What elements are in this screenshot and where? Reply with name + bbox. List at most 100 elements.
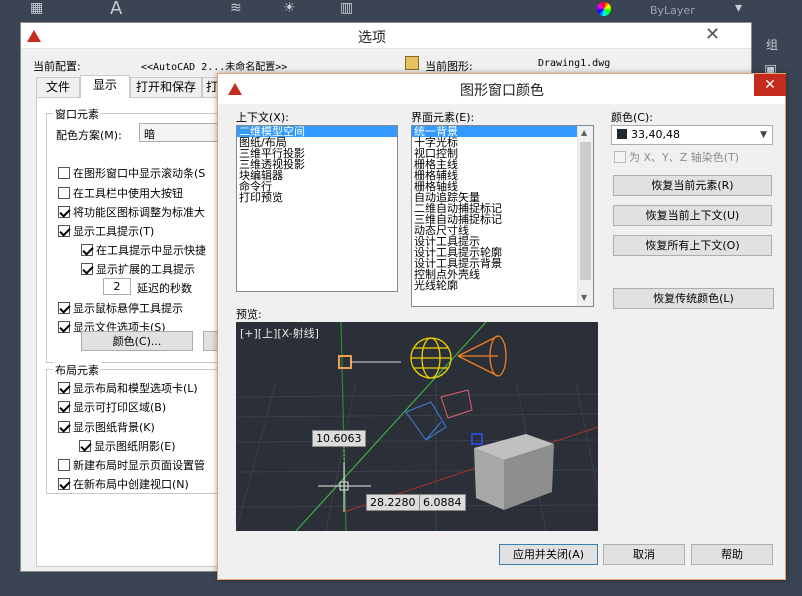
interface-scrollbar[interactable]: ▲ ▼ [577, 126, 593, 306]
wire-cone-red [440, 389, 473, 419]
colors-button[interactable]: 颜色(C)... [81, 331, 193, 351]
grip-point [338, 355, 352, 369]
checkbox-label: 在工具提示中显示快捷 [96, 244, 206, 257]
checkbox-box[interactable] [58, 321, 70, 333]
window-elements-legend: 窗口元素 [53, 106, 101, 122]
color-wheel-icon[interactable] [597, 2, 611, 16]
cad-left-panel [0, 22, 20, 596]
scrollbars-checkbox[interactable]: 在图形窗口中显示滚动条(S [58, 165, 205, 181]
checkbox-label: 显示鼠标悬停工具提示 [73, 302, 183, 315]
grip-point-blue [471, 433, 483, 445]
cancel-button[interactable]: 取消 [603, 544, 685, 565]
checkbox-box[interactable] [58, 167, 70, 179]
dim-tooltip-1: 10.6063 [312, 430, 366, 447]
layers-icon[interactable]: ≋ [230, 0, 242, 16]
checkbox-box[interactable] [79, 440, 91, 452]
checkbox-box[interactable] [81, 244, 93, 256]
show-tooltips-checkbox[interactable]: 显示工具提示(T) [58, 223, 154, 239]
context-item[interactable]: 打印预览 [237, 192, 397, 203]
checkbox-label: 显示图纸背景(K) [73, 421, 155, 434]
paper-background-checkbox[interactable]: 显示图纸背景(K) [58, 419, 155, 435]
restore-all-contexts-button[interactable]: 恢复所有上下文(O) [613, 235, 772, 256]
dim-tooltip-2: 28.2280 [366, 494, 420, 511]
layout-elements-legend: 布局元素 [53, 362, 101, 378]
checkbox-box[interactable] [81, 263, 93, 275]
paper-shadow-checkbox[interactable]: 显示图纸阴影(E) [79, 438, 176, 454]
tooltip-shortcuts-checkbox[interactable]: 在工具提示中显示快捷 [81, 242, 206, 258]
current-drawing-label: 当前图形: [425, 60, 473, 73]
checkbox-box[interactable] [58, 401, 70, 413]
interface-item[interactable]: 光线轮廓 [412, 280, 577, 291]
layout-tabs-checkbox[interactable]: 显示布局和模型选项卡(L) [58, 380, 198, 396]
checkbox-label: 在工具栏中使用大按钮 [73, 187, 183, 200]
rollover-tooltips-checkbox[interactable]: 显示鼠标悬停工具提示 [58, 300, 183, 316]
checkbox-box[interactable] [58, 225, 70, 237]
checkbox-box[interactable] [58, 382, 70, 394]
checkbox-box[interactable] [58, 459, 70, 471]
wire-cone [457, 335, 507, 377]
color-scheme-value: 暗 [144, 128, 155, 141]
tab-open-save[interactable]: 打开和保存 [130, 77, 202, 97]
tab-files[interactable]: 文件 [36, 77, 80, 97]
colors-title: 图形窗口颜色 [460, 83, 544, 99]
checkbox-box[interactable] [58, 187, 70, 199]
checkbox-label: 显示扩展的工具提示 [96, 263, 195, 276]
options-title: 选项 [358, 30, 386, 46]
color-select[interactable]: 33,40,48 ▼ [611, 125, 773, 145]
interface-listbox[interactable]: 统一背景 十字光标 视口控制 栅格主线 栅格辅线 栅格轴线 自动追踪矢量 二维自… [411, 125, 594, 307]
extended-tooltips-checkbox[interactable]: 显示扩展的工具提示 [81, 261, 195, 277]
restore-current-element-button[interactable]: 恢复当前元素(R) [613, 175, 772, 196]
scroll-up-icon[interactable]: ▲ [581, 128, 587, 137]
close-icon[interactable]: ✕ [705, 24, 720, 45]
checkbox-label: 新建布局时显示页面设置管 [73, 459, 205, 472]
color-label: 颜色(C): [611, 111, 653, 124]
checkbox-box[interactable] [58, 421, 70, 433]
apply-close-button[interactable]: 应用并关闭(A) [499, 544, 598, 565]
wire-sphere [410, 337, 452, 379]
grid-icon[interactable]: ▥ [340, 0, 353, 16]
tint-axes-checkbox[interactable]: 为 X、Y、Z 轴染色(T) [614, 149, 739, 165]
text-icon[interactable]: A [110, 0, 122, 19]
checkbox-box[interactable] [58, 206, 70, 218]
light-icon[interactable]: ☀ [283, 0, 296, 16]
scroll-down-icon[interactable]: ▼ [581, 293, 587, 302]
tab-display[interactable]: 显示 [80, 75, 130, 98]
cad-ribbon: ▦ A ≋ ☀ ▥ ByLayer ▾ [0, 0, 802, 22]
wire-cone-blue [405, 401, 447, 441]
page-setup-checkbox[interactable]: 新建布局时显示页面设置管 [58, 457, 205, 473]
create-viewport-checkbox[interactable]: 在新布局中创建视口(N) [58, 476, 189, 492]
interface-label: 界面元素(E): [411, 111, 475, 124]
scroll-thumb[interactable] [580, 142, 591, 280]
checkbox-label: 显示可打印区域(B) [73, 401, 167, 414]
context-listbox[interactable]: 二维模型空间 图纸/布局 三维平行投影 三维透视投影 块编辑器 命令行 打印预览 [236, 125, 398, 292]
layer-icon[interactable]: ▦ [30, 0, 43, 16]
checkbox-box[interactable] [58, 478, 70, 490]
checkbox-label: 在新布局中创建视口(N) [73, 478, 189, 491]
checkbox-box[interactable] [58, 302, 70, 314]
options-titlebar: 选项 ✕ [21, 23, 751, 49]
current-profile-label: 当前配置: [33, 60, 81, 73]
printable-area-checkbox[interactable]: 显示可打印区域(B) [58, 399, 166, 415]
restore-current-context-button[interactable]: 恢复当前上下文(U) [613, 205, 772, 226]
delay-input[interactable]: 2 [103, 278, 131, 295]
viewport-control-label[interactable]: [+][上][X-射线] [240, 325, 319, 341]
drawing-window-colors-dialog: 图形窗口颜色 ✕ 上下文(X): 二维模型空间 图纸/布局 三维平行投影 三维透… [217, 73, 786, 580]
current-drawing-value: Drawing1.dwg [538, 58, 611, 69]
colors-titlebar: 图形窗口颜色 [218, 74, 785, 104]
checkbox-label: 将功能区图标调整为标准大 [73, 206, 205, 219]
delay-label: 延迟的秒数 [137, 282, 192, 295]
context-label: 上下文(X): [236, 111, 289, 124]
current-profile-value: <<AutoCAD 2...未命名配置>> [141, 62, 288, 73]
help-button[interactable]: 帮助 [691, 544, 773, 565]
large-buttons-checkbox[interactable]: 在工具栏中使用大按钮 [58, 185, 183, 201]
close-icon[interactable]: ✕ [754, 74, 786, 96]
autocad-logo-icon [228, 83, 242, 95]
layer-dropdown[interactable]: ByLayer [650, 4, 695, 17]
checkbox-box[interactable] [614, 151, 626, 163]
restore-classic-colors-button[interactable]: 恢复传统颜色(L) [613, 288, 774, 309]
chevron-down-icon: ▼ [760, 130, 767, 140]
ribbon-icons-checkbox[interactable]: 将功能区图标调整为标准大 [58, 204, 205, 220]
checkbox-label: 在图形窗口中显示滚动条(S [73, 167, 206, 180]
dropdown-arrow-icon[interactable]: ▾ [735, 0, 742, 16]
color-scheme-label: 配色方案(M): [56, 129, 122, 142]
